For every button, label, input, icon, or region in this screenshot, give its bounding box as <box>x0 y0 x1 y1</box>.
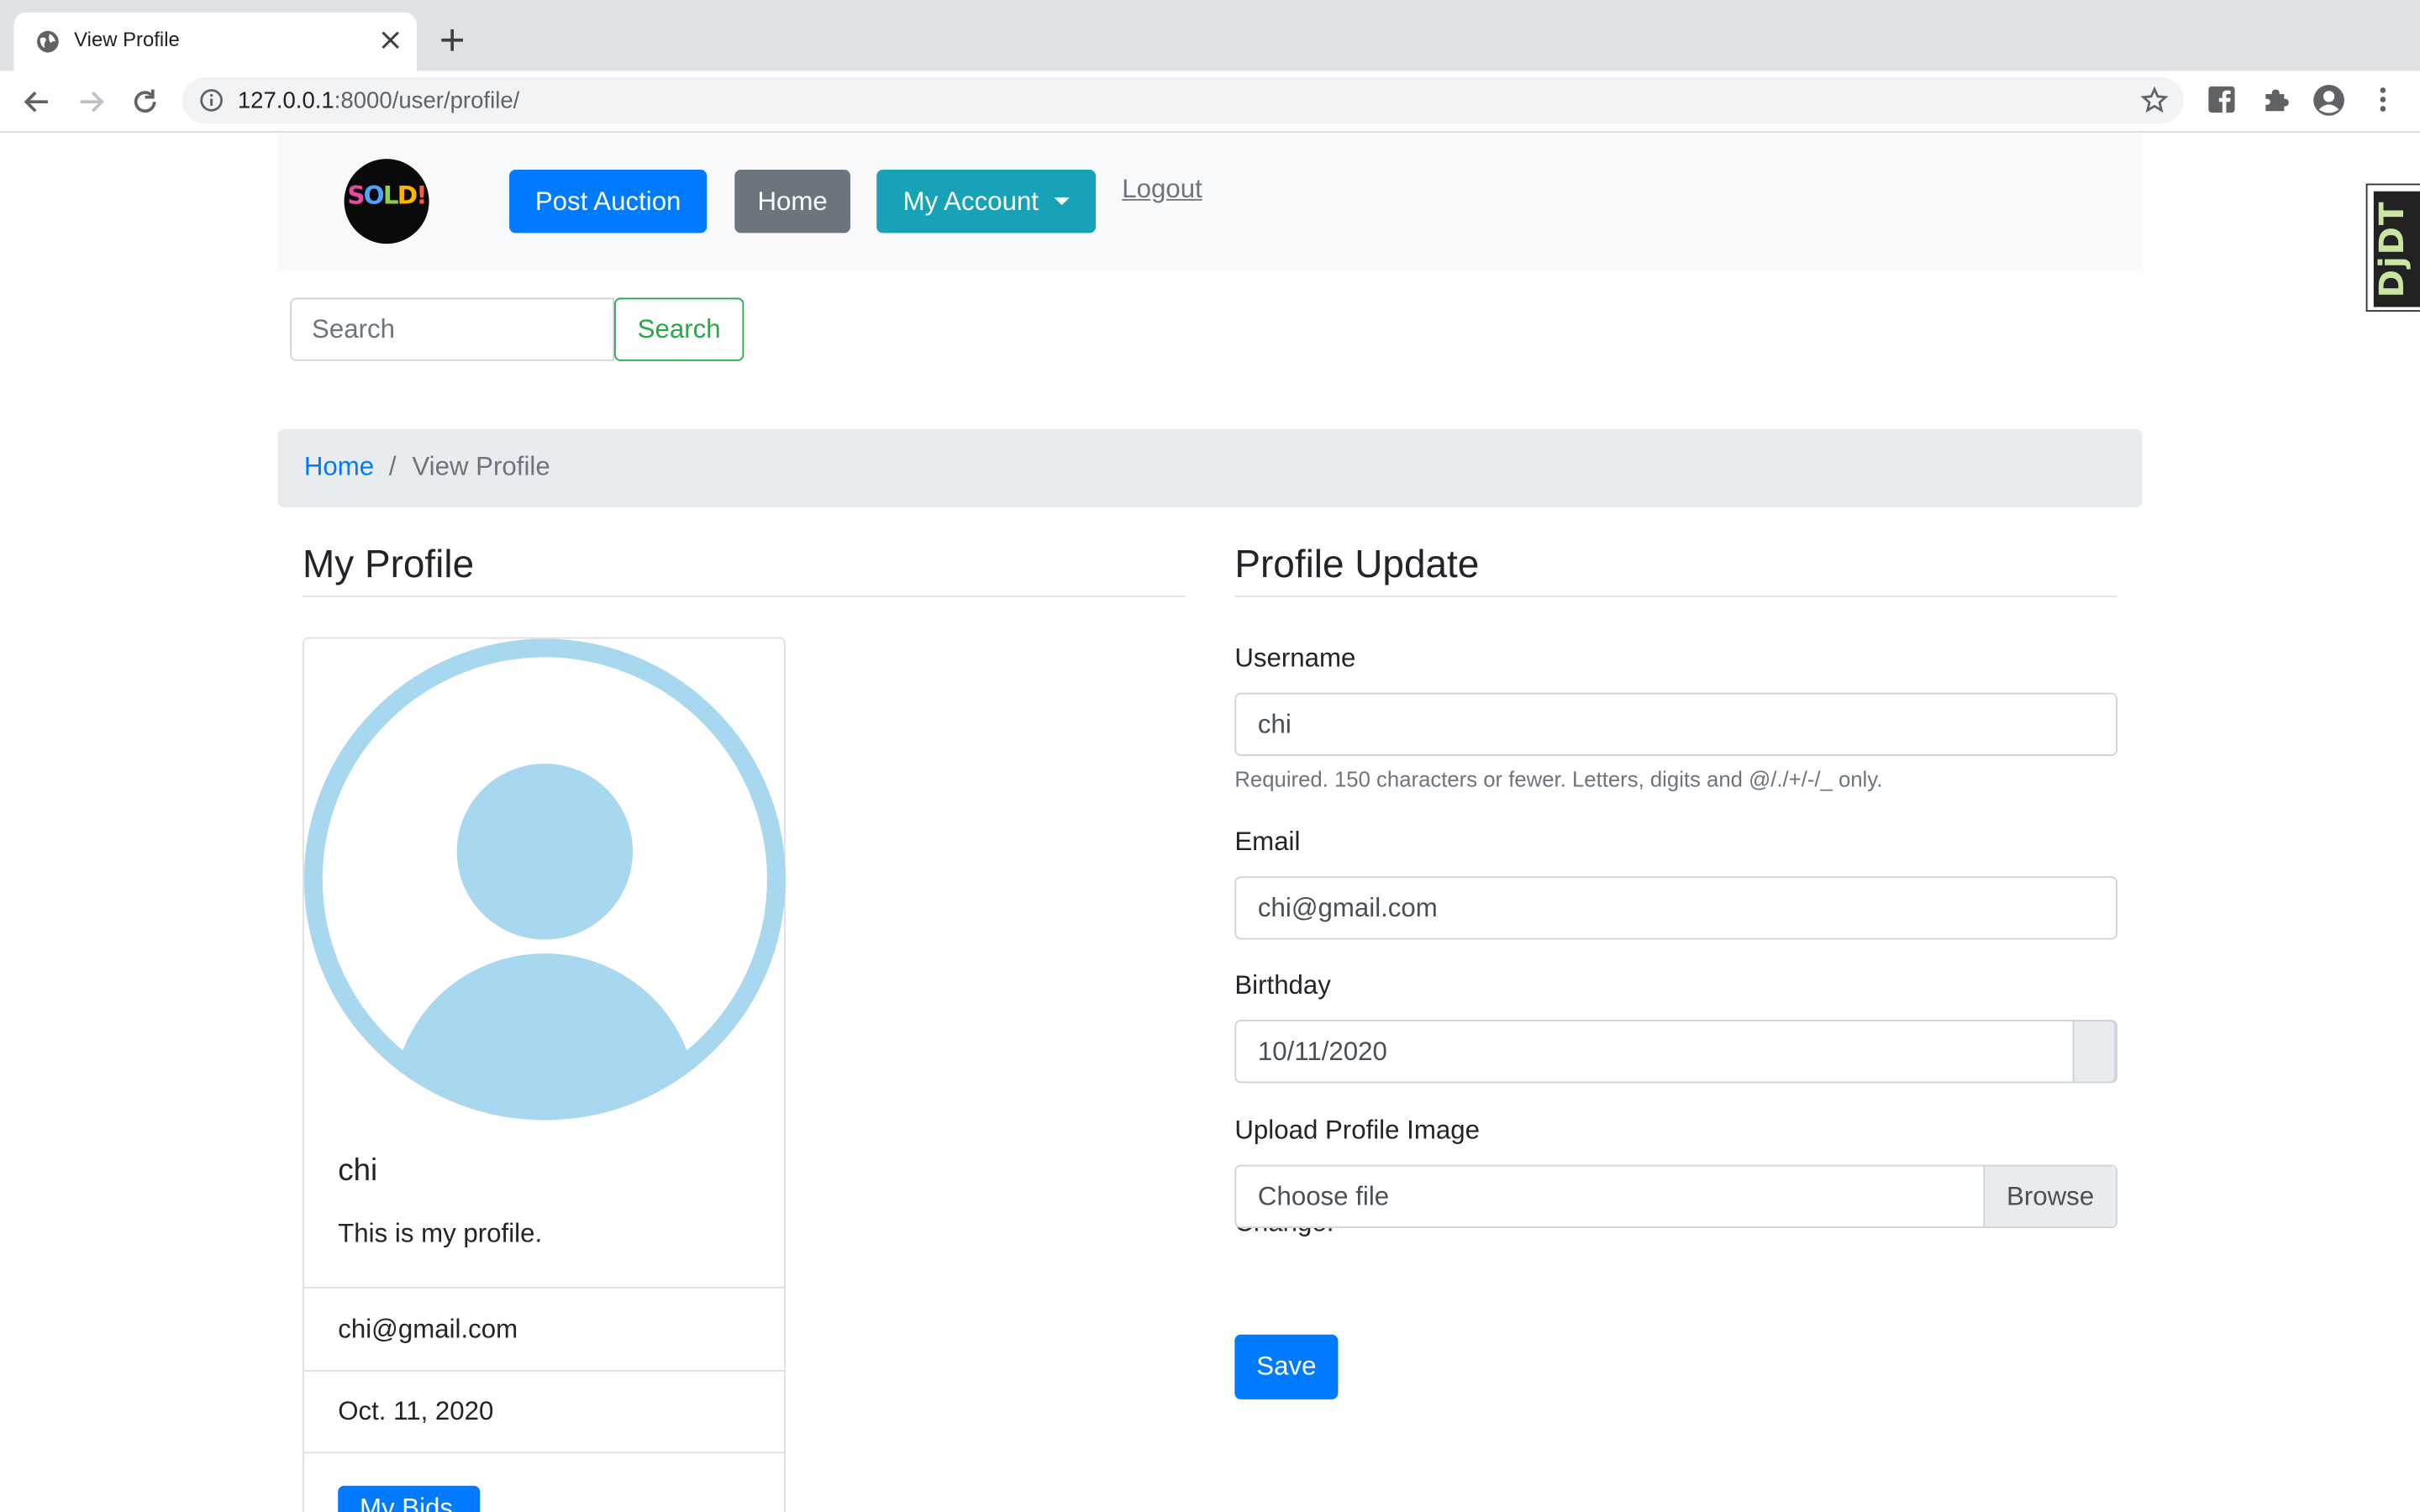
back-icon[interactable] <box>22 87 53 118</box>
email-label: Email <box>1234 827 1301 857</box>
username-label: Username <box>1234 643 1356 673</box>
profile-bio: This is my profile. <box>338 1218 543 1248</box>
browser-toolbar: 127.0.0.1:8000/user/profile/ <box>0 71 2420 133</box>
url-text: 127.0.0.1:8000/user/profile/ <box>238 88 519 114</box>
logout-link[interactable]: Logout <box>1122 175 1202 206</box>
divider <box>1234 595 2118 597</box>
user-avatar-icon <box>303 638 786 1121</box>
divider <box>303 1369 785 1372</box>
upload-image-label: Upload Profile Image <box>1234 1115 1480 1145</box>
file-input-placeholder: Choose file <box>1257 1181 1390 1211</box>
site-navbar: SOLD! Post Auction Home My Account Logou… <box>277 132 2143 270</box>
profile-birthday: Oct. 11, 2020 <box>338 1396 494 1426</box>
address-bar[interactable]: 127.0.0.1:8000/user/profile/ <box>182 76 2184 123</box>
save-button[interactable]: Save <box>1234 1334 1339 1399</box>
divider <box>303 1452 785 1454</box>
new-tab-icon[interactable] <box>439 26 466 54</box>
extensions-puzzle-icon[interactable] <box>2261 85 2291 114</box>
site-logo[interactable]: SOLD! <box>344 159 429 244</box>
browser-viewport: View Profile 127.0.0.1:8000/user/profile… <box>0 0 2420 1512</box>
facebook-extension-icon[interactable] <box>2207 85 2236 114</box>
info-icon[interactable] <box>199 88 224 113</box>
bookmark-star-icon[interactable] <box>2140 86 2169 114</box>
debug-toolbar-badge: DjDT <box>2373 191 2420 307</box>
browse-button[interactable]: Browse <box>1983 1166 2117 1227</box>
post-auction-button[interactable]: Post Auction <box>509 170 708 234</box>
birthday-input[interactable]: 10/11/2020 <box>1234 1020 2118 1084</box>
url-host: 127.0.0.1 <box>237 87 334 114</box>
debug-toolbar-label: DjDT <box>2373 200 2412 298</box>
forward-icon[interactable] <box>76 87 107 118</box>
debug-toolbar-handle[interactable]: DjDT <box>2365 183 2420 312</box>
breadcrumb: Home / View Profile <box>277 428 2143 508</box>
profile-avatar-icon[interactable] <box>2312 83 2345 117</box>
my-bids-button[interactable]: My Bids <box>338 1485 481 1512</box>
my-profile-heading: My Profile <box>302 543 475 586</box>
birthday-label: Birthday <box>1234 970 1331 1000</box>
globe-icon <box>37 30 59 53</box>
page-content: SOLD! Post Auction Home My Account Logou… <box>0 132 2420 1512</box>
date-picker-button[interactable] <box>2072 1020 2117 1084</box>
username-input[interactable]: chi <box>1234 692 2118 756</box>
home-button[interactable]: Home <box>734 170 851 234</box>
profile-card: chi This is my profile. chi@gmail.com Oc… <box>302 637 786 1512</box>
browser-menu-icon[interactable] <box>2370 85 2395 114</box>
search-input[interactable]: Search <box>290 297 615 361</box>
birthday-value: 10/11/2020 <box>1257 1037 1387 1067</box>
breadcrumb-home-link[interactable]: Home <box>304 452 374 483</box>
tab-title: View Profile <box>74 28 180 51</box>
tab-strip: View Profile <box>0 0 2420 71</box>
caret-down-icon <box>1054 197 1070 206</box>
breadcrumb-separator: / <box>388 452 397 482</box>
close-icon[interactable] <box>380 29 402 51</box>
profile-name: chi <box>338 1153 378 1189</box>
my-account-dropdown[interactable]: My Account <box>876 170 1097 234</box>
browser-tab[interactable]: View Profile <box>13 12 417 71</box>
profile-email: chi@gmail.com <box>338 1314 518 1344</box>
divider <box>302 595 1186 597</box>
my-account-label: My Account <box>902 186 1039 216</box>
profile-image-file-input[interactable]: Choose file Browse <box>1234 1164 2118 1229</box>
breadcrumb-current: View Profile <box>412 452 550 482</box>
search-button[interactable]: Search <box>614 297 744 361</box>
username-help-text: Required. 150 characters or fewer. Lette… <box>1234 766 1883 792</box>
profile-update-heading: Profile Update <box>1234 543 1480 586</box>
logo-text: SOLD! <box>347 180 427 210</box>
email-input[interactable]: chi@gmail.com <box>1234 876 2118 940</box>
reload-icon[interactable] <box>129 87 160 118</box>
url-path: :8000/user/profile/ <box>334 87 520 114</box>
divider <box>303 1286 785 1289</box>
